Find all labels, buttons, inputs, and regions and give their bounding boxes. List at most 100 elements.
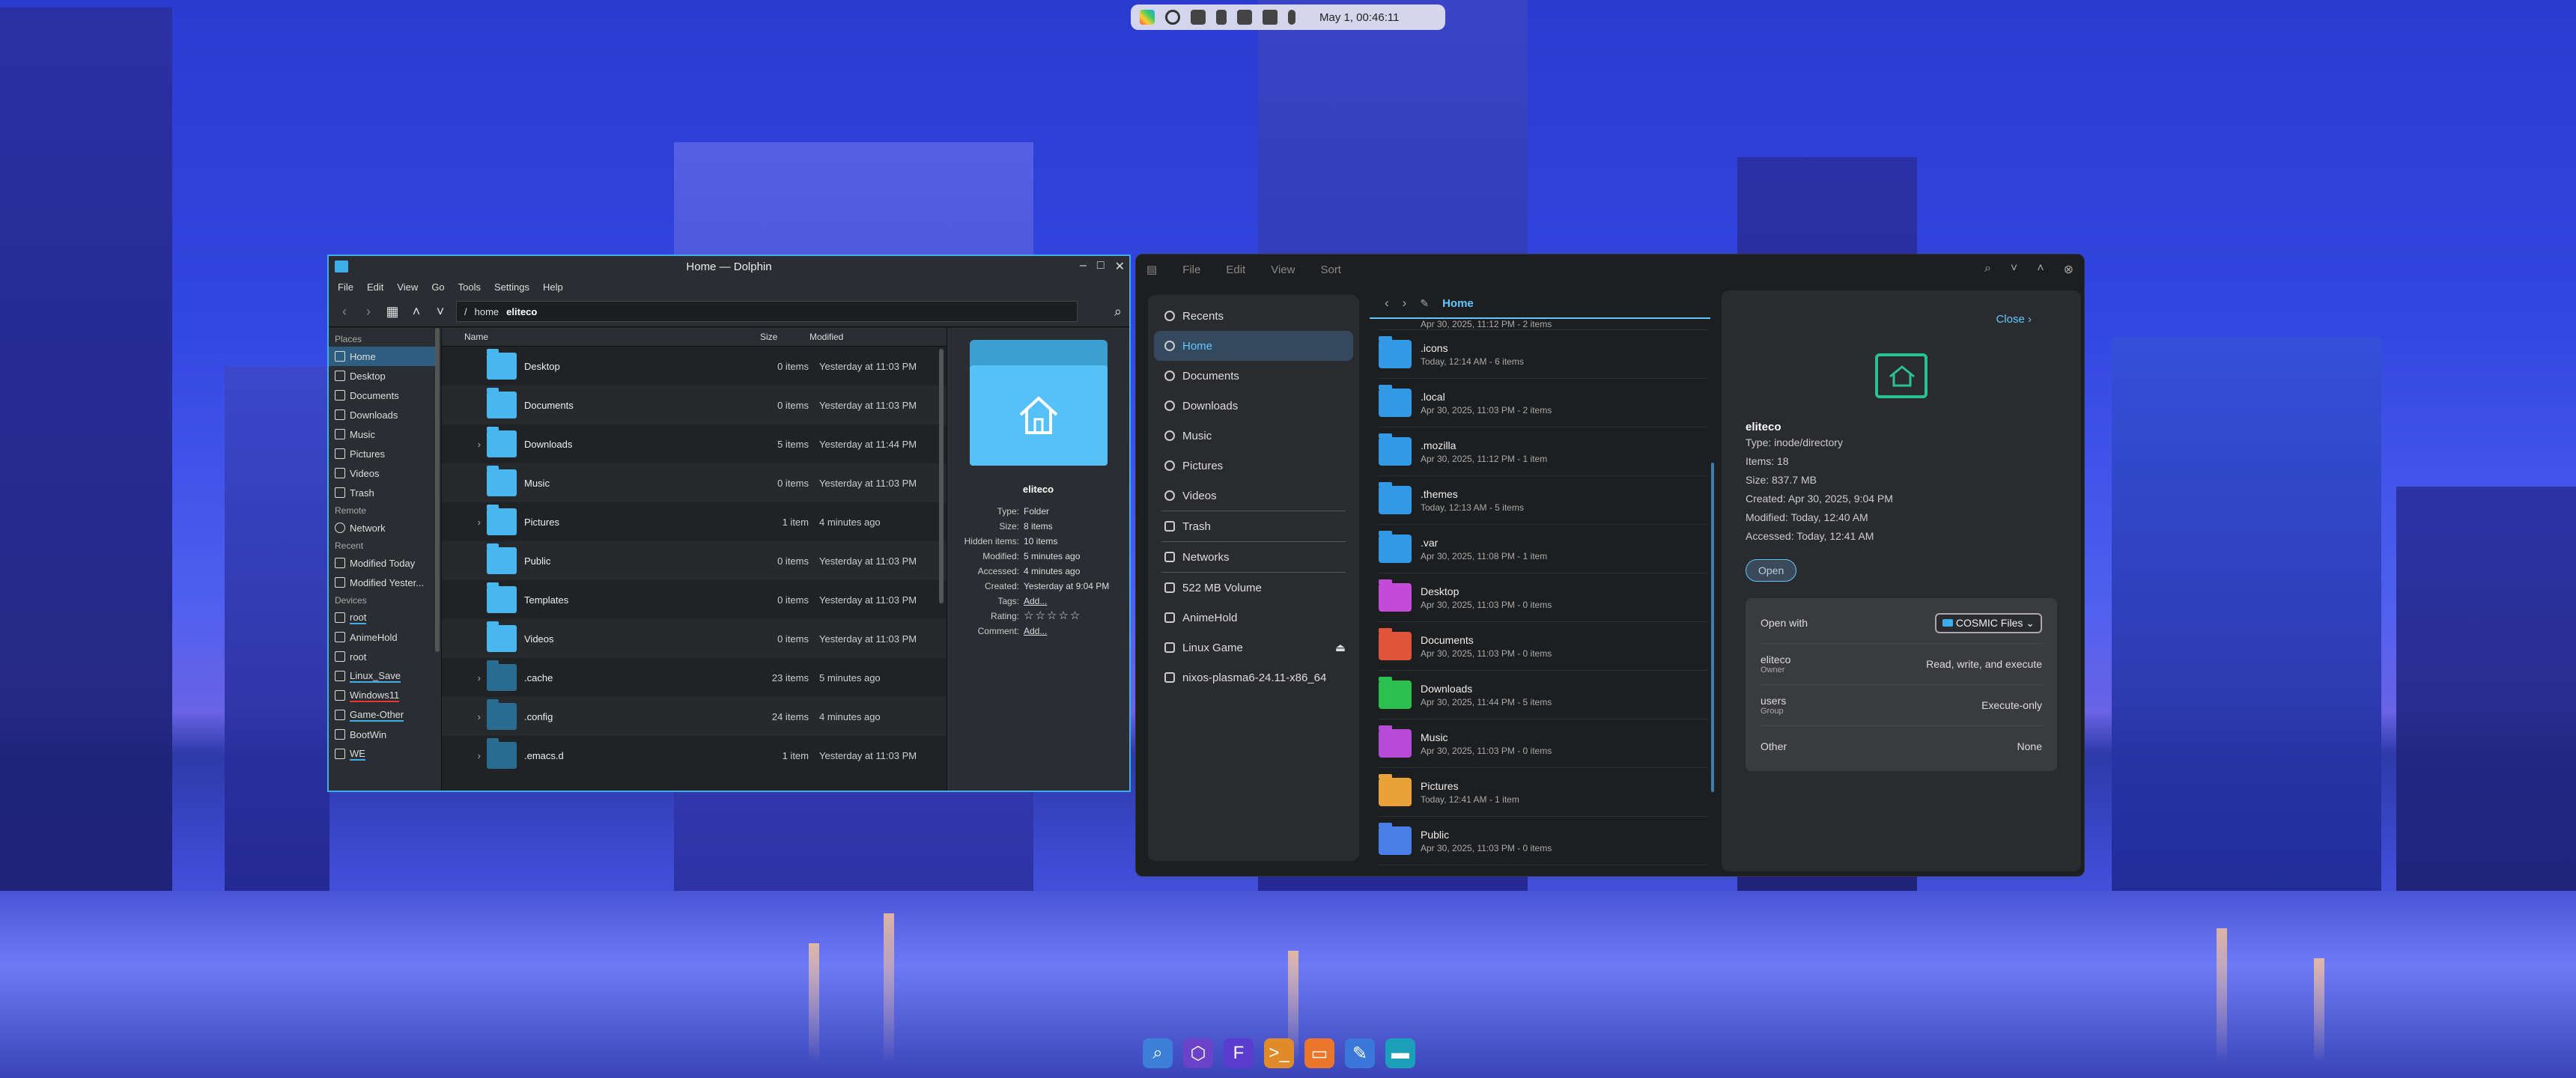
- app-launcher-icon[interactable]: [1140, 10, 1155, 25]
- back-icon[interactable]: ‹: [336, 304, 353, 320]
- sidebar-item-trash[interactable]: Trash: [1154, 511, 1353, 541]
- place-home[interactable]: Home: [329, 347, 437, 366]
- sidebar-item-documents[interactable]: Documents: [1154, 361, 1353, 391]
- sidebar-item-home[interactable]: Home: [1154, 331, 1353, 361]
- close-details-button[interactable]: Close ›: [1996, 313, 2032, 326]
- display-icon[interactable]: [1191, 10, 1206, 25]
- hexagon-app-icon[interactable]: ⬡: [1183, 1038, 1213, 1068]
- menu-settings[interactable]: Settings: [494, 281, 529, 293]
- minimize-icon[interactable]: –: [1080, 259, 1087, 274]
- list-item[interactable]: .local Apr 30, 2025, 11:03 PM - 2 items: [1379, 379, 1708, 427]
- device-windows11[interactable]: Windows11: [329, 686, 441, 705]
- edit-location-icon[interactable]: ✎: [1420, 297, 1429, 310]
- owner-permission[interactable]: Read, write, and execute: [1926, 658, 2042, 670]
- network-icon[interactable]: [1237, 10, 1252, 25]
- search-icon[interactable]: ⌕: [1984, 262, 1991, 277]
- location-home[interactable]: Home: [1442, 297, 1474, 310]
- device-linux-save[interactable]: Linux_Save: [329, 666, 441, 686]
- sidebar-item-recents[interactable]: Recents: [1154, 301, 1353, 331]
- place-modified-today[interactable]: Modified Today: [329, 553, 441, 573]
- column-modified[interactable]: Modified: [802, 332, 914, 342]
- rating-stars[interactable]: ☆☆☆☆☆: [1024, 609, 1123, 624]
- view-mode-icon[interactable]: ▦: [384, 304, 401, 320]
- chevron-down-icon[interactable]: ˅: [432, 304, 449, 320]
- menu-view[interactable]: View: [1271, 264, 1295, 276]
- bluetooth-icon[interactable]: [1288, 10, 1295, 25]
- column-size[interactable]: Size: [753, 332, 802, 342]
- table-row[interactable]: › .config 24 items 4 minutes ago: [442, 697, 947, 736]
- menu-help[interactable]: Help: [543, 281, 563, 293]
- place-network[interactable]: Network: [329, 518, 441, 538]
- device-game-other[interactable]: Game-Other: [329, 705, 441, 725]
- expand-icon[interactable]: ›: [442, 711, 487, 722]
- place-music[interactable]: Music: [329, 424, 441, 444]
- search-icon[interactable]: ⌕: [1114, 304, 1122, 320]
- sidebar-item-downloads[interactable]: Downloads: [1154, 391, 1353, 421]
- sidebar-toggle-icon[interactable]: ▤: [1146, 263, 1157, 276]
- sidebar-item-videos[interactable]: Videos: [1154, 481, 1353, 511]
- list-item[interactable]: .mozilla Apr 30, 2025, 11:12 PM - 1 item: [1379, 427, 1708, 476]
- table-row[interactable]: Public 0 items Yesterday at 11:03 PM: [442, 541, 947, 580]
- list-item[interactable]: .icons Today, 12:14 AM - 6 items: [1379, 330, 1708, 379]
- list-item[interactable]: Downloads Apr 30, 2025, 11:44 PM - 5 item…: [1379, 671, 1708, 719]
- place-pictures[interactable]: Pictures: [329, 444, 441, 463]
- place-desktop[interactable]: Desktop: [329, 366, 441, 386]
- place-trash[interactable]: Trash: [329, 483, 441, 502]
- breadcrumb-home[interactable]: home: [475, 306, 499, 317]
- maximize-icon[interactable]: ˄: [2037, 262, 2044, 277]
- open-button[interactable]: Open: [1746, 559, 1797, 582]
- tags-add-link[interactable]: Add...: [1024, 594, 1123, 609]
- search-icon[interactable]: ⌕: [1143, 1038, 1173, 1068]
- table-row[interactable]: › .cache 23 items 5 minutes ago: [442, 658, 947, 697]
- maximize-icon[interactable]: □: [1097, 259, 1105, 274]
- volume-icon[interactable]: [1216, 10, 1227, 25]
- back-icon[interactable]: ‹: [1385, 296, 1389, 311]
- list-item[interactable]: Music Apr 30, 2025, 11:03 PM - 0 items: [1379, 719, 1708, 768]
- forward-icon[interactable]: ›: [1403, 296, 1407, 311]
- table-row[interactable]: Documents 0 items Yesterday at 11:03 PM: [442, 386, 947, 424]
- breadcrumb-root[interactable]: /: [464, 306, 467, 317]
- expand-icon[interactable]: ›: [442, 750, 487, 761]
- open-with-select[interactable]: COSMIC Files ⌄: [1934, 612, 2042, 633]
- device-root-2[interactable]: root: [329, 647, 441, 666]
- expand-icon[interactable]: ›: [442, 517, 487, 528]
- cosmic-scrollbar[interactable]: [1711, 463, 1714, 792]
- folder-icon[interactable]: ▭: [1304, 1038, 1334, 1068]
- forward-icon[interactable]: ›: [360, 304, 377, 320]
- up-icon[interactable]: ˄: [408, 304, 425, 320]
- sidebar-item-nixos-plasma6-24-11-x86-64[interactable]: nixos-plasma6-24.11-x86_64: [1154, 663, 1353, 692]
- list-item[interactable]: .themes Today, 12:13 AM - 5 items: [1379, 476, 1708, 525]
- files-app-icon[interactable]: F: [1224, 1038, 1254, 1068]
- sidebar-item-522-mb-volume[interactable]: 522 MB Volume: [1154, 573, 1353, 603]
- editor-icon[interactable]: ✎: [1345, 1038, 1375, 1068]
- device-we[interactable]: WE: [329, 744, 441, 764]
- terminal-icon[interactable]: >_: [1264, 1038, 1294, 1068]
- menu-view[interactable]: View: [397, 281, 418, 293]
- close-icon[interactable]: ⊗: [2064, 262, 2074, 277]
- menu-go[interactable]: Go: [431, 281, 444, 293]
- list-item[interactable]: .var Apr 30, 2025, 11:08 PM - 1 item: [1379, 525, 1708, 573]
- place-documents[interactable]: Documents: [329, 386, 441, 405]
- eject-icon[interactable]: ⏏: [1335, 641, 1346, 654]
- other-permission[interactable]: None: [2017, 740, 2042, 752]
- group-permission[interactable]: Execute-only: [1981, 699, 2042, 711]
- device-animehold[interactable]: AnimeHold: [329, 627, 441, 647]
- table-row[interactable]: Templates 0 items Yesterday at 11:03 PM: [442, 580, 947, 619]
- file-list-scrollbar[interactable]: [939, 349, 944, 603]
- place-downloads[interactable]: Downloads: [329, 405, 441, 424]
- menu-edit[interactable]: Edit: [1226, 264, 1245, 276]
- device-root[interactable]: root: [329, 608, 441, 627]
- table-row[interactable]: Music 0 items Yesterday at 11:03 PM: [442, 463, 947, 502]
- device-bootwin[interactable]: BootWin: [329, 725, 441, 744]
- place-modified-yesterday[interactable]: Modified Yester...: [329, 573, 441, 592]
- dolphin-titlebar[interactable]: Home — Dolphin – □ ✕: [329, 256, 1129, 277]
- column-name[interactable]: Name: [442, 332, 753, 342]
- menu-file[interactable]: File: [1182, 264, 1200, 276]
- menu-file[interactable]: File: [338, 281, 353, 293]
- table-row[interactable]: Videos 0 items Yesterday at 11:03 PM: [442, 619, 947, 658]
- notification-icon[interactable]: [1263, 10, 1278, 25]
- table-row[interactable]: Desktop 0 items Yesterday at 11:03 PM: [442, 347, 947, 386]
- places-scrollbar[interactable]: [435, 328, 440, 652]
- table-row[interactable]: › Downloads 5 items Yesterday at 11:44 PM: [442, 424, 947, 463]
- sidebar-item-music[interactable]: Music: [1154, 421, 1353, 451]
